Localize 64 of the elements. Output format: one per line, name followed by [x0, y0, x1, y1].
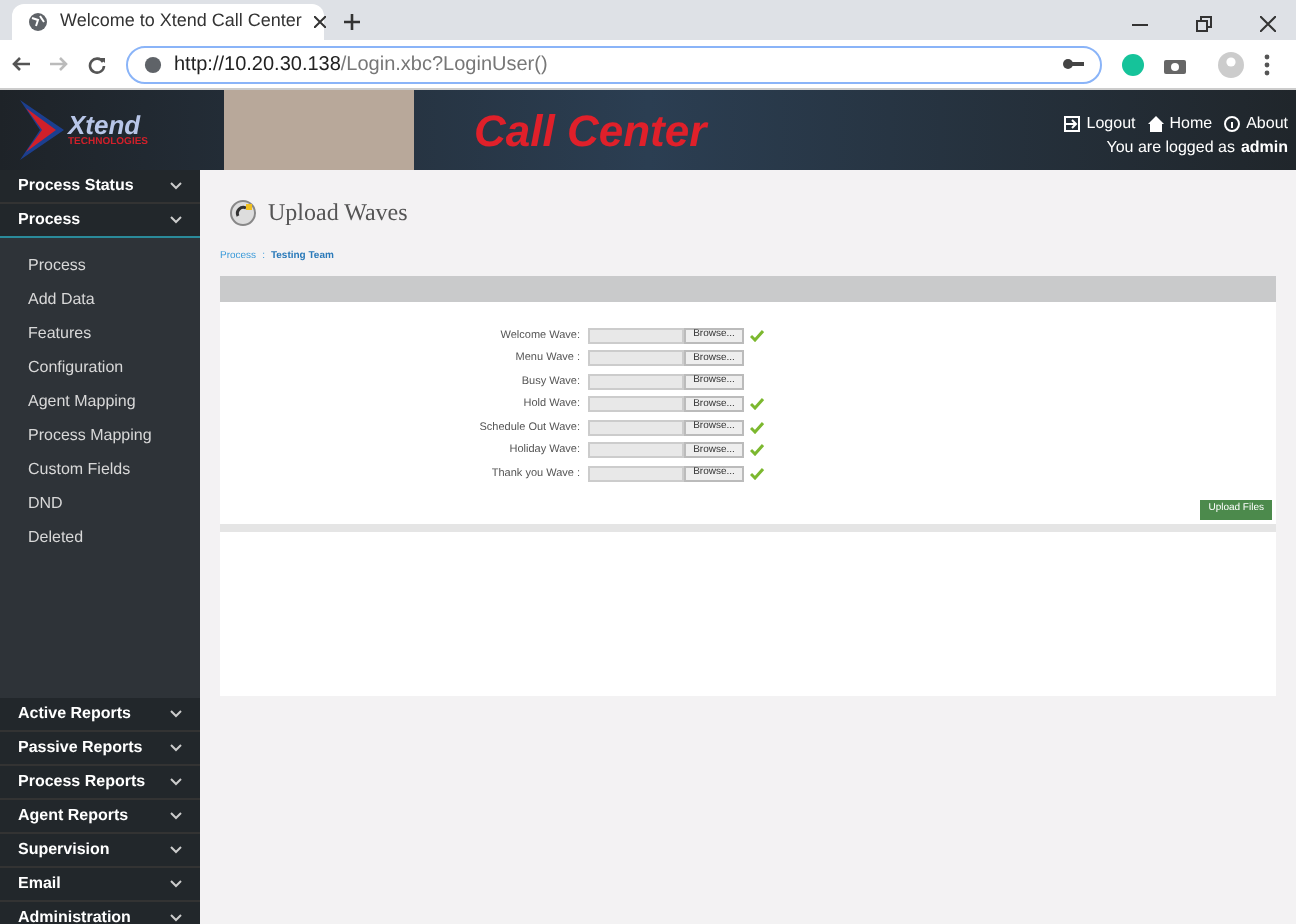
- globe-icon: [144, 55, 162, 73]
- reload-icon[interactable]: [88, 55, 106, 73]
- file-input-field[interactable]: [588, 327, 684, 344]
- sidebar-menu-item[interactable]: Administration: [0, 902, 200, 924]
- chevron-down-icon: [170, 880, 182, 888]
- file-input-field[interactable]: [588, 373, 684, 390]
- file-input-field[interactable]: [588, 465, 684, 482]
- sidebar-menu-item[interactable]: Email: [0, 868, 200, 902]
- tab-title: Welcome to Xtend Call Center: [60, 8, 302, 35]
- headset-icon: [230, 199, 256, 225]
- chevron-down-icon: [170, 216, 182, 224]
- avatar-icon[interactable]: [1218, 51, 1244, 77]
- sidebar-menu-item[interactable]: Supervision: [0, 834, 200, 868]
- sidebar-menu-item[interactable]: Process: [0, 204, 200, 238]
- home-icon: [1147, 116, 1164, 132]
- chevron-down-icon: [170, 744, 182, 752]
- forward-arrow-icon[interactable]: [50, 56, 68, 72]
- info-icon: [1224, 116, 1241, 132]
- header-link[interactable]: Home: [1169, 112, 1213, 136]
- chevron-down-icon: [170, 846, 182, 854]
- file-input-field[interactable]: [588, 350, 684, 367]
- url-text: http://10.20.30.138/Login.xbc?LoginUser(): [174, 51, 550, 79]
- globe-icon: [28, 12, 48, 32]
- sidebar-menu-item[interactable]: Process Status: [0, 170, 200, 204]
- page-title: Upload Waves: [268, 196, 408, 230]
- submenu-item[interactable]: Custom Fields: [0, 452, 200, 486]
- file-input-field[interactable]: [588, 396, 684, 413]
- submenu-item[interactable]: Process Mapping: [0, 418, 200, 452]
- header-link[interactable]: Logout: [1086, 112, 1136, 136]
- submenu-item[interactable]: Process: [0, 248, 200, 282]
- chevron-logo-icon: [20, 100, 64, 160]
- sidebar-menu-item[interactable]: Active Reports: [0, 698, 200, 732]
- username: admin: [1240, 136, 1288, 160]
- logo-text: Xtend: [68, 112, 141, 138]
- banner-title: Call Center: [474, 103, 707, 159]
- submenu-item[interactable]: Add Data: [0, 282, 200, 316]
- chevron-down-icon: [170, 710, 182, 718]
- sidebar-menu-item[interactable]: Agent Reports: [0, 800, 200, 834]
- restore-icon[interactable]: [1196, 16, 1212, 32]
- file-input-field[interactable]: [588, 442, 684, 459]
- submenu-item[interactable]: DND: [0, 486, 200, 520]
- logout-icon: [1064, 116, 1081, 132]
- file-input-field[interactable]: [588, 419, 684, 436]
- sidebar-menu-item[interactable]: Passive Reports: [0, 732, 200, 766]
- back-arrow-icon[interactable]: [12, 56, 30, 72]
- chevron-down-icon: [170, 778, 182, 786]
- chevron-down-icon: [170, 914, 182, 922]
- sidebar-menu-item[interactable]: Process Reports: [0, 766, 200, 800]
- submenu-item[interactable]: Agent Mapping: [0, 384, 200, 418]
- submenu-item[interactable]: Deleted: [0, 520, 200, 554]
- address-bar[interactable]: http://10.20.30.138/Login.xbc?LoginUser(): [126, 45, 1102, 83]
- new-tab-icon[interactable]: [344, 14, 360, 30]
- chevron-down-icon: [170, 812, 182, 820]
- header-link[interactable]: About: [1246, 112, 1288, 136]
- submenu-item[interactable]: Features: [0, 316, 200, 350]
- menu-icon[interactable]: [1264, 53, 1270, 75]
- login-status-text: You are logged as: [1106, 136, 1235, 160]
- close-icon[interactable]: [1260, 16, 1276, 32]
- submenu-item[interactable]: Configuration: [0, 350, 200, 384]
- chevron-down-icon: [170, 182, 182, 190]
- key-icon[interactable]: [1062, 58, 1084, 70]
- camera-icon[interactable]: [1164, 55, 1186, 73]
- browser-tab[interactable]: Welcome to Xtend Call Center: [12, 4, 324, 40]
- close-tab-icon[interactable]: [313, 16, 326, 28]
